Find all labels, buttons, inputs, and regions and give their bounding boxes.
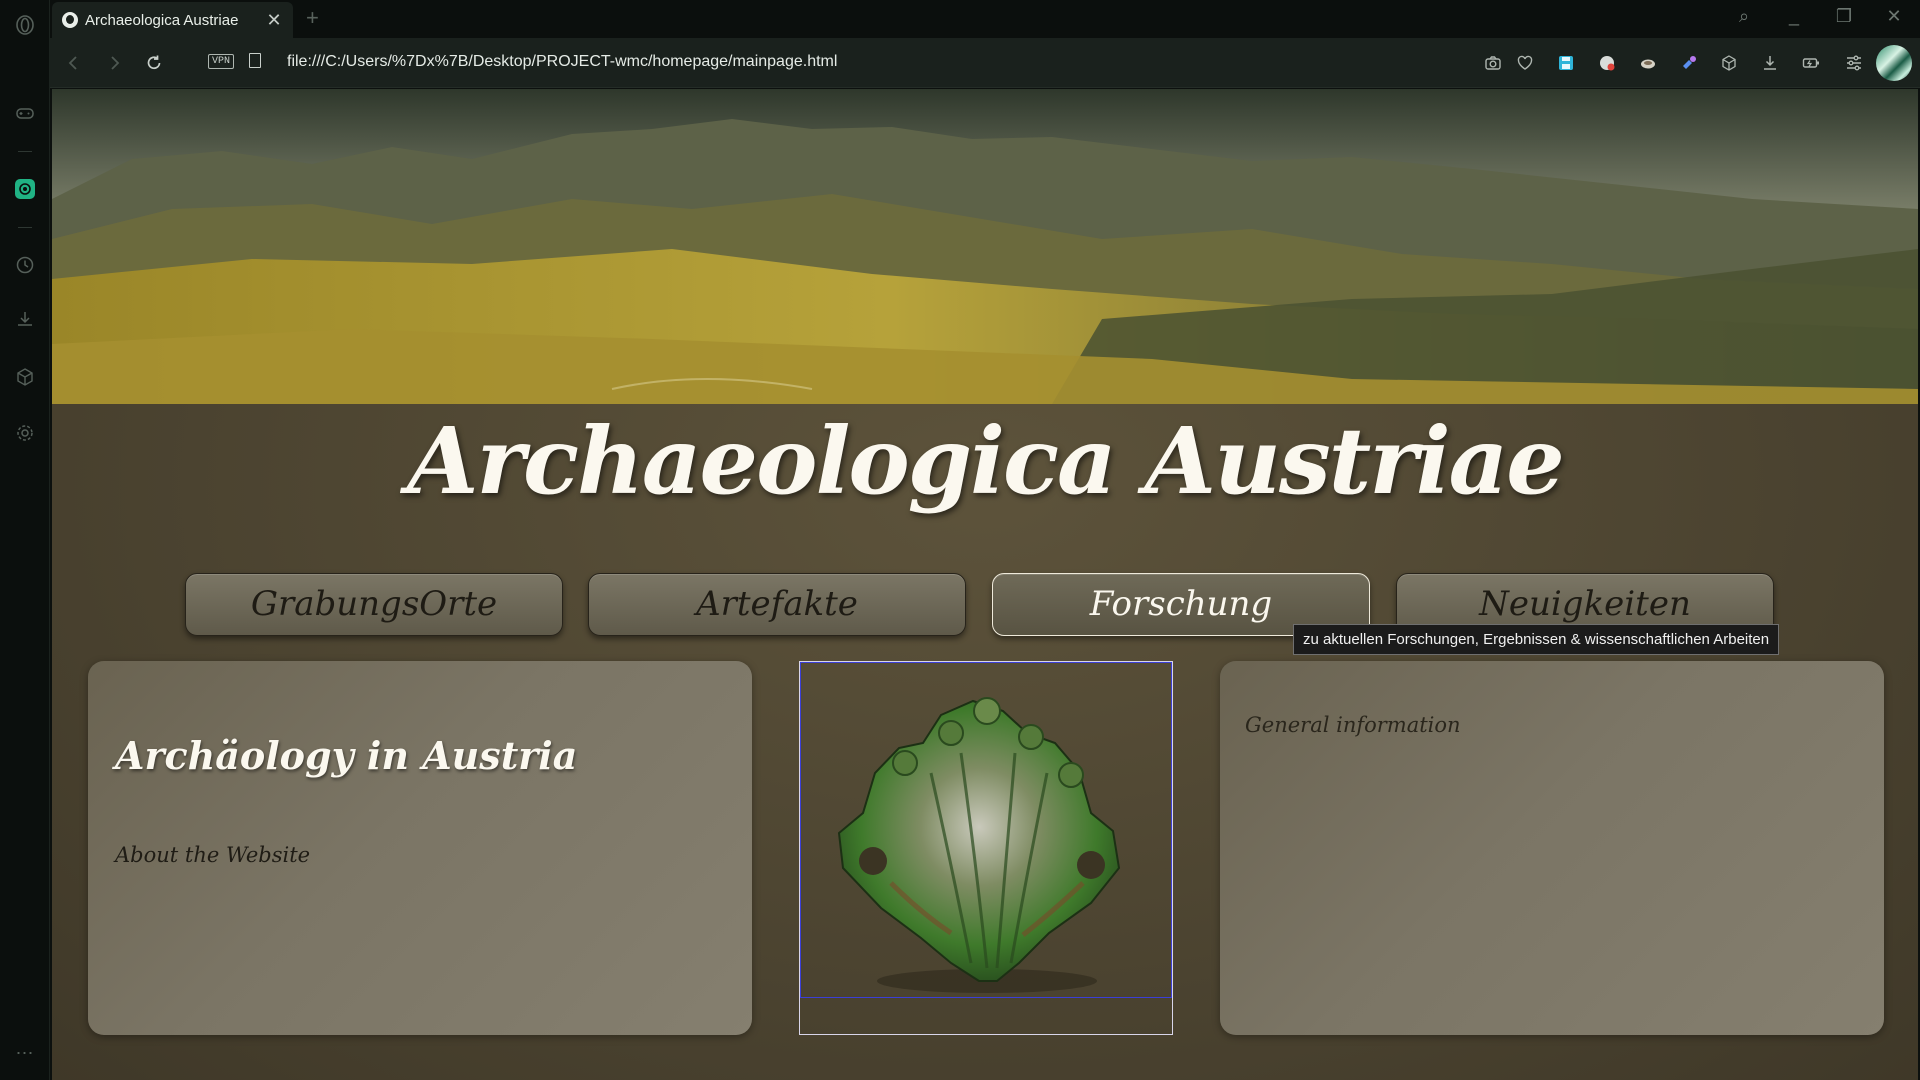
- site-title: Archaeologica Austriae: [407, 407, 1565, 515]
- settings-gear-icon[interactable]: [12, 420, 38, 446]
- artifact-image-frame[interactable]: [799, 661, 1173, 1035]
- general-information-text: General information: [1245, 713, 1461, 737]
- about-website-text: About the Website: [115, 843, 311, 867]
- easy-setup-sliders-icon[interactable]: [1843, 52, 1865, 74]
- minimize-button[interactable]: _: [1782, 6, 1806, 27]
- page-viewport: Archaeologica Austriae GrabungsOrte Arte…: [52, 89, 1918, 1080]
- forschung-tooltip: zu aktuellen Forschungen, Ergebnissen & …: [1293, 624, 1780, 655]
- address-bar-row: VPN file:///C:/Users/%7Dx%7B/Desktop/PRO…: [50, 38, 1920, 88]
- panel-heading: Archäology in Austria: [115, 733, 578, 778]
- url-field[interactable]: file:///C:/Users/%7Dx%7B/Desktop/PROJECT…: [287, 53, 837, 71]
- search-tabs-icon[interactable]: ⌕: [1732, 6, 1756, 27]
- left-info-panel: Archäology in Austria About the Website: [88, 661, 752, 1035]
- right-info-panel: General information: [1220, 661, 1884, 1035]
- downloads-icon[interactable]: [12, 306, 38, 332]
- page-info-icon[interactable]: [249, 53, 261, 68]
- banner-landscape-image: [52, 89, 1918, 404]
- history-clock-icon[interactable]: [12, 252, 38, 278]
- profile-avatar[interactable]: [1876, 45, 1912, 81]
- restore-button[interactable]: ❐: [1832, 6, 1856, 27]
- vpn-badge[interactable]: VPN: [208, 54, 235, 69]
- bookmark-heart-icon[interactable]: [1514, 52, 1536, 74]
- sidebar-separator: [18, 151, 32, 152]
- extensions-cube-icon[interactable]: [1718, 52, 1740, 74]
- back-arrow-icon[interactable]: [62, 51, 86, 75]
- save-disk-icon[interactable]: [1555, 52, 1577, 74]
- opera-logo-icon[interactable]: [12, 12, 38, 38]
- gamepad-icon[interactable]: [12, 100, 38, 126]
- forward-arrow-icon[interactable]: [102, 51, 126, 75]
- tab-title: Archaeologica Austriae: [85, 11, 239, 29]
- extension-tool-icon[interactable]: [1678, 52, 1700, 74]
- extension-globe-icon[interactable]: [1596, 52, 1618, 74]
- nav-button-artefakte[interactable]: Artefakte: [588, 573, 966, 636]
- new-tab-button[interactable]: +: [306, 5, 319, 31]
- reload-icon[interactable]: [142, 51, 166, 75]
- close-tab-icon[interactable]: ✕: [265, 11, 283, 29]
- chatgpt-icon[interactable]: [12, 176, 38, 202]
- tab-archaeologica[interactable]: Archaeologica Austriae ✕: [52, 2, 293, 38]
- battery-saver-icon[interactable]: [1800, 52, 1822, 74]
- sidebar-separator: [18, 227, 32, 228]
- extensions-cube-icon[interactable]: [12, 364, 38, 390]
- snapshot-camera-icon[interactable]: [1482, 52, 1504, 74]
- artifact-image: [800, 662, 1172, 998]
- site-favicon-icon: [62, 12, 78, 28]
- browser-sidebar: ⋯: [0, 0, 50, 1080]
- download-icon[interactable]: [1759, 52, 1781, 74]
- extension-cloud-icon[interactable]: [1637, 52, 1659, 74]
- nav-button-grabungsorte[interactable]: GrabungsOrte: [185, 573, 563, 636]
- tab-bar: Archaeologica Austriae ✕ + ⌕ _ ❐ ✕: [50, 0, 1920, 38]
- more-options-icon[interactable]: ⋯: [12, 1040, 38, 1066]
- close-window-button[interactable]: ✕: [1882, 6, 1906, 27]
